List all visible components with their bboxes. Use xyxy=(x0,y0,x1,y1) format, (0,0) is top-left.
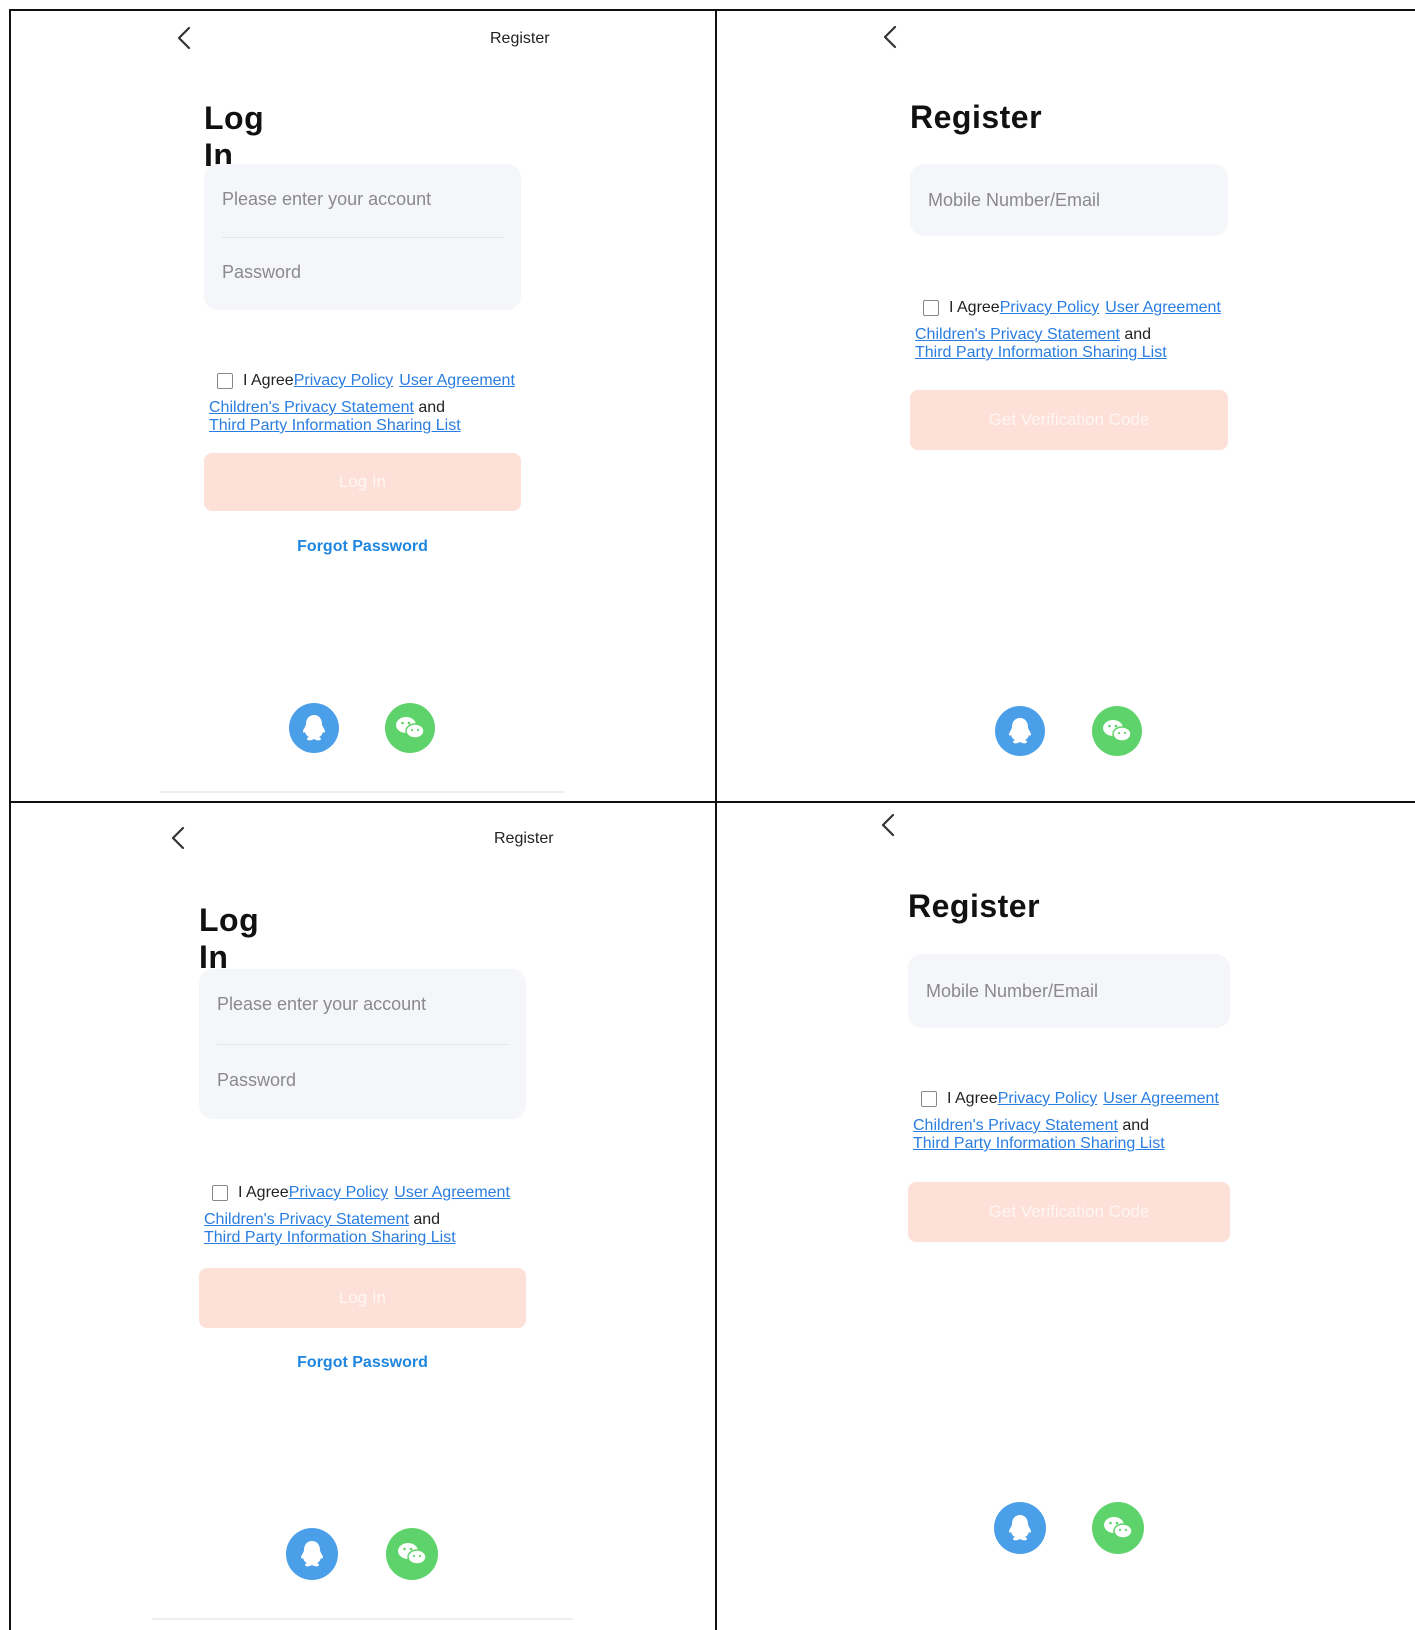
third-party-list-link[interactable]: Third Party Information Sharing List xyxy=(204,1229,456,1246)
agree-checkbox[interactable] xyxy=(217,373,233,389)
wechat-icon xyxy=(396,717,425,739)
agree-checkbox[interactable] xyxy=(212,1185,228,1201)
home-indicator xyxy=(152,1618,573,1620)
account-input[interactable] xyxy=(217,989,508,1019)
wechat-login-button[interactable] xyxy=(385,703,435,753)
privacy-policy-link[interactable]: Privacy Policy xyxy=(1000,299,1100,317)
qq-login-button[interactable] xyxy=(286,1528,338,1580)
grid-border-left xyxy=(9,9,11,1630)
wechat-icon xyxy=(398,1543,427,1565)
grid-divider-horizontal xyxy=(9,801,1415,803)
and-text: and xyxy=(1124,326,1152,343)
get-verification-code-button[interactable]: Get Verification Code xyxy=(910,390,1228,450)
third-party-list-link[interactable]: Third Party Information Sharing List xyxy=(209,417,461,434)
privacy-policy-link[interactable]: Privacy Policy xyxy=(998,1090,1098,1108)
register-form-box xyxy=(910,164,1228,236)
user-agreement-link[interactable]: User Agreement xyxy=(394,1184,510,1202)
account-input[interactable] xyxy=(222,184,503,214)
mobile-email-input[interactable] xyxy=(928,185,1210,215)
page-title: Log In xyxy=(204,100,265,173)
get-verification-code-button[interactable]: Get Verification Code xyxy=(908,1182,1230,1242)
agreement-block: I Agree Privacy Policy User Agreement Ch… xyxy=(204,1184,534,1247)
page-title: Register xyxy=(910,99,1043,135)
wechat-icon xyxy=(1104,1517,1133,1539)
qq-login-button[interactable] xyxy=(995,706,1045,756)
home-indicator xyxy=(160,791,565,793)
childrens-privacy-link[interactable]: Children's Privacy Statement xyxy=(204,1211,409,1228)
mobile-email-input[interactable] xyxy=(926,976,1212,1006)
and-text: and xyxy=(418,399,446,416)
privacy-policy-link[interactable]: Privacy Policy xyxy=(289,1184,389,1202)
agree-label: I Agree xyxy=(238,1184,289,1201)
wechat-login-button[interactable] xyxy=(1092,1502,1144,1554)
agreement-block: I Agree Privacy Policy User Agreement Ch… xyxy=(913,1090,1238,1153)
wechat-login-button[interactable] xyxy=(386,1528,438,1580)
forgot-password-link[interactable]: Forgot Password xyxy=(204,538,521,556)
page-title: Log In xyxy=(199,902,260,975)
user-agreement-link[interactable]: User Agreement xyxy=(399,372,515,390)
third-party-list-link[interactable]: Third Party Information Sharing List xyxy=(915,344,1167,361)
back-button[interactable] xyxy=(874,21,906,53)
chevron-left-icon xyxy=(881,813,895,837)
chevron-left-icon xyxy=(177,26,191,50)
privacy-policy-link[interactable]: Privacy Policy xyxy=(294,372,394,390)
password-input[interactable] xyxy=(217,1065,508,1095)
register-link[interactable]: Register xyxy=(490,30,550,48)
forgot-password-link[interactable]: Forgot Password xyxy=(199,1354,526,1372)
agree-label: I Agree xyxy=(243,372,294,389)
user-agreement-link[interactable]: User Agreement xyxy=(1105,299,1221,317)
agree-checkbox[interactable] xyxy=(921,1091,937,1107)
agreement-block: I Agree Privacy Policy User Agreement Ch… xyxy=(915,299,1235,362)
wechat-login-button[interactable] xyxy=(1092,706,1142,756)
chevron-left-icon xyxy=(883,25,897,49)
field-divider xyxy=(222,237,503,238)
wechat-icon xyxy=(1103,720,1132,742)
qq-icon xyxy=(1009,718,1031,744)
qq-icon xyxy=(303,715,325,741)
register-link[interactable]: Register xyxy=(494,830,554,848)
register-form-box xyxy=(908,954,1230,1028)
qq-login-button[interactable] xyxy=(994,1502,1046,1554)
and-text: and xyxy=(1122,1117,1150,1134)
password-input[interactable] xyxy=(222,257,503,287)
back-button[interactable] xyxy=(168,22,200,54)
login-form-box xyxy=(204,164,521,310)
user-agreement-link[interactable]: User Agreement xyxy=(1103,1090,1219,1108)
and-text: and xyxy=(413,1211,441,1228)
login-button[interactable]: Log In xyxy=(199,1268,526,1328)
childrens-privacy-link[interactable]: Children's Privacy Statement xyxy=(913,1117,1118,1134)
childrens-privacy-link[interactable]: Children's Privacy Statement xyxy=(915,326,1120,343)
qq-icon xyxy=(1009,1515,1031,1541)
grid-divider-vertical xyxy=(715,9,717,1630)
agree-checkbox[interactable] xyxy=(923,300,939,316)
login-button[interactable]: Log In xyxy=(204,453,521,511)
agree-label: I Agree xyxy=(947,1090,998,1107)
back-button[interactable] xyxy=(162,822,194,854)
login-form-box xyxy=(199,969,526,1119)
chevron-left-icon xyxy=(171,826,185,850)
qq-login-button[interactable] xyxy=(289,703,339,753)
grid-border-top xyxy=(9,9,1415,11)
back-button[interactable] xyxy=(872,809,904,841)
qq-icon xyxy=(301,1541,323,1567)
field-divider xyxy=(217,1044,508,1045)
agree-label: I Agree xyxy=(949,299,1000,316)
page-title: Register xyxy=(908,888,1041,924)
childrens-privacy-link[interactable]: Children's Privacy Statement xyxy=(209,399,414,416)
third-party-list-link[interactable]: Third Party Information Sharing List xyxy=(913,1135,1165,1152)
agreement-block: I Agree Privacy Policy User Agreement Ch… xyxy=(209,372,529,435)
